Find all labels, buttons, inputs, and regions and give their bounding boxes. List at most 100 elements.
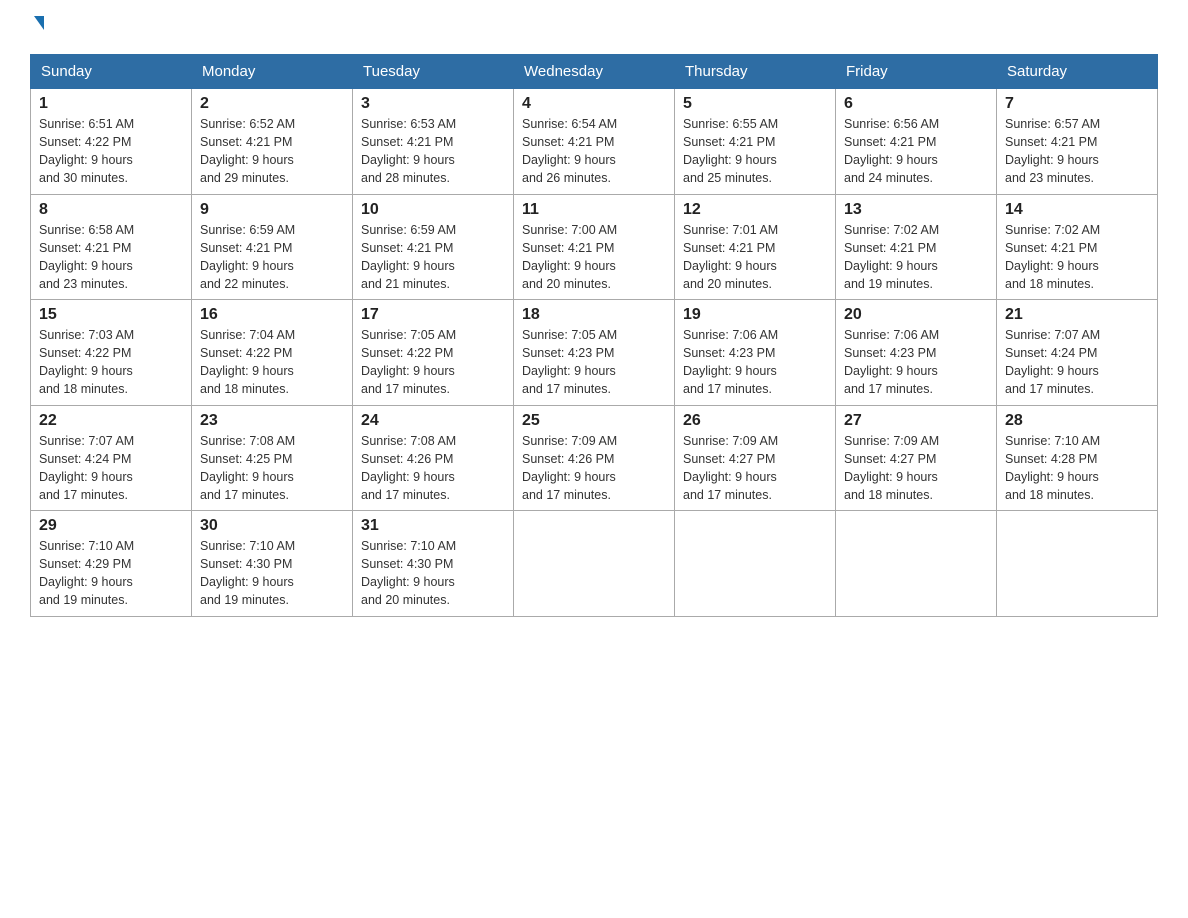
day-info: Sunrise: 6:57 AMSunset: 4:21 PMDaylight:… [1005,115,1149,188]
day-cell: 13 Sunrise: 7:02 AMSunset: 4:21 PMDayligh… [836,194,997,300]
day-number: 4 [522,95,666,113]
header-day-tuesday: Tuesday [353,55,514,89]
day-number: 15 [39,306,183,324]
day-cell: 21 Sunrise: 7:07 AMSunset: 4:24 PMDayligh… [997,300,1158,406]
day-cell: 7Sunrise: 6:57 AMSunset: 4:21 PMDaylight… [997,89,1158,195]
day-info: Sunrise: 7:04 AMSunset: 4:22 PMDaylight:… [200,326,344,399]
day-number: 23 [200,412,344,430]
day-cell: 11 Sunrise: 7:00 AMSunset: 4:21 PMDayligh… [514,194,675,300]
day-number: 31 [361,517,505,535]
calendar-table: SundayMondayTuesdayWednesdayThursdayFrid… [30,54,1158,617]
calendar-body: 1 Sunrise: 6:51 AMSunset: 4:22 PMDaylight… [31,89,1158,617]
day-cell: 14 Sunrise: 7:02 AMSunset: 4:21 PMDayligh… [997,194,1158,300]
day-cell: 19 Sunrise: 7:06 AMSunset: 4:23 PMDayligh… [675,300,836,406]
day-number: 5 [683,95,827,113]
header-day-wednesday: Wednesday [514,55,675,89]
day-info: Sunrise: 7:09 AMSunset: 4:26 PMDaylight:… [522,432,666,505]
day-info: Sunrise: 6:53 AMSunset: 4:21 PMDaylight:… [361,115,505,188]
day-cell: 30 Sunrise: 7:10 AMSunset: 4:30 PMDayligh… [192,511,353,617]
day-cell: 20 Sunrise: 7:06 AMSunset: 4:23 PMDayligh… [836,300,997,406]
day-info: Sunrise: 7:02 AMSunset: 4:21 PMDaylight:… [844,221,988,294]
day-cell: 27 Sunrise: 7:09 AMSunset: 4:27 PMDayligh… [836,405,997,511]
day-info: Sunrise: 7:00 AMSunset: 4:21 PMDaylight:… [522,221,666,294]
day-info: Sunrise: 7:10 AMSunset: 4:30 PMDaylight:… [200,537,344,610]
day-number: 24 [361,412,505,430]
day-info: Sunrise: 7:05 AMSunset: 4:23 PMDaylight:… [522,326,666,399]
day-cell: 26 Sunrise: 7:09 AMSunset: 4:27 PMDayligh… [675,405,836,511]
day-info: Sunrise: 6:59 AMSunset: 4:21 PMDaylight:… [200,221,344,294]
day-info: Sunrise: 7:07 AMSunset: 4:24 PMDaylight:… [39,432,183,505]
logo-triangle-icon [34,16,44,30]
day-cell: 1 Sunrise: 6:51 AMSunset: 4:22 PMDaylight… [31,89,192,195]
day-info: Sunrise: 7:02 AMSunset: 4:21 PMDaylight:… [1005,221,1149,294]
day-number: 21 [1005,306,1149,324]
day-number: 27 [844,412,988,430]
week-row-2: 8Sunrise: 6:58 AMSunset: 4:21 PMDaylight… [31,194,1158,300]
day-number: 11 [522,201,666,219]
day-cell: 16 Sunrise: 7:04 AMSunset: 4:22 PMDayligh… [192,300,353,406]
day-number: 25 [522,412,666,430]
day-cell: 28Sunrise: 7:10 AMSunset: 4:28 PMDayligh… [997,405,1158,511]
day-number: 28 [1005,412,1149,430]
day-cell: 9Sunrise: 6:59 AMSunset: 4:21 PMDaylight… [192,194,353,300]
day-number: 16 [200,306,344,324]
header-day-thursday: Thursday [675,55,836,89]
day-info: Sunrise: 7:10 AMSunset: 4:29 PMDaylight:… [39,537,183,610]
day-info: Sunrise: 7:06 AMSunset: 4:23 PMDaylight:… [844,326,988,399]
day-info: Sunrise: 7:09 AMSunset: 4:27 PMDaylight:… [683,432,827,505]
day-info: Sunrise: 7:09 AMSunset: 4:27 PMDaylight:… [844,432,988,505]
header-day-friday: Friday [836,55,997,89]
day-info: Sunrise: 7:01 AMSunset: 4:21 PMDaylight:… [683,221,827,294]
day-number: 14 [1005,201,1149,219]
header-day-sunday: Sunday [31,55,192,89]
week-row-3: 15 Sunrise: 7:03 AMSunset: 4:22 PMDayligh… [31,300,1158,406]
week-row-1: 1 Sunrise: 6:51 AMSunset: 4:22 PMDaylight… [31,89,1158,195]
day-info: Sunrise: 7:07 AMSunset: 4:24 PMDaylight:… [1005,326,1149,399]
day-cell: 6Sunrise: 6:56 AMSunset: 4:21 PMDaylight… [836,89,997,195]
day-cell: 4Sunrise: 6:54 AMSunset: 4:21 PMDaylight… [514,89,675,195]
header-row: SundayMondayTuesdayWednesdayThursdayFrid… [31,55,1158,89]
day-cell [675,511,836,617]
day-number: 8 [39,201,183,219]
day-cell: 24Sunrise: 7:08 AMSunset: 4:26 PMDayligh… [353,405,514,511]
day-cell: 18 Sunrise: 7:05 AMSunset: 4:23 PMDayligh… [514,300,675,406]
day-number: 1 [39,95,183,113]
day-number: 30 [200,517,344,535]
day-number: 18 [522,306,666,324]
day-cell: 25 Sunrise: 7:09 AMSunset: 4:26 PMDayligh… [514,405,675,511]
day-cell: 10 Sunrise: 6:59 AMSunset: 4:21 PMDayligh… [353,194,514,300]
day-number: 6 [844,95,988,113]
day-number: 29 [39,517,183,535]
day-cell [836,511,997,617]
day-number: 13 [844,201,988,219]
day-info: Sunrise: 6:51 AMSunset: 4:22 PMDaylight:… [39,115,183,188]
day-cell: 8Sunrise: 6:58 AMSunset: 4:21 PMDaylight… [31,194,192,300]
day-cell: 2Sunrise: 6:52 AMSunset: 4:21 PMDaylight… [192,89,353,195]
day-cell [997,511,1158,617]
day-cell: 22Sunrise: 7:07 AMSunset: 4:24 PMDayligh… [31,405,192,511]
day-cell: 3Sunrise: 6:53 AMSunset: 4:21 PMDaylight… [353,89,514,195]
day-info: Sunrise: 7:06 AMSunset: 4:23 PMDaylight:… [683,326,827,399]
day-cell: 12 Sunrise: 7:01 AMSunset: 4:21 PMDayligh… [675,194,836,300]
day-cell: 5 Sunrise: 6:55 AMSunset: 4:21 PMDaylight… [675,89,836,195]
day-cell: 17Sunrise: 7:05 AMSunset: 4:22 PMDayligh… [353,300,514,406]
page-header [30,20,1158,34]
day-number: 12 [683,201,827,219]
day-info: Sunrise: 7:08 AMSunset: 4:25 PMDaylight:… [200,432,344,505]
week-row-4: 22Sunrise: 7:07 AMSunset: 4:24 PMDayligh… [31,405,1158,511]
day-info: Sunrise: 7:10 AMSunset: 4:30 PMDaylight:… [361,537,505,610]
day-number: 20 [844,306,988,324]
day-number: 17 [361,306,505,324]
day-number: 26 [683,412,827,430]
day-cell [514,511,675,617]
day-info: Sunrise: 6:59 AMSunset: 4:21 PMDaylight:… [361,221,505,294]
header-day-monday: Monday [192,55,353,89]
day-info: Sunrise: 7:03 AMSunset: 4:22 PMDaylight:… [39,326,183,399]
day-number: 19 [683,306,827,324]
logo [30,20,44,34]
day-info: Sunrise: 6:55 AMSunset: 4:21 PMDaylight:… [683,115,827,188]
header-day-saturday: Saturday [997,55,1158,89]
week-row-5: 29 Sunrise: 7:10 AMSunset: 4:29 PMDayligh… [31,511,1158,617]
day-number: 10 [361,201,505,219]
day-cell: 23 Sunrise: 7:08 AMSunset: 4:25 PMDayligh… [192,405,353,511]
